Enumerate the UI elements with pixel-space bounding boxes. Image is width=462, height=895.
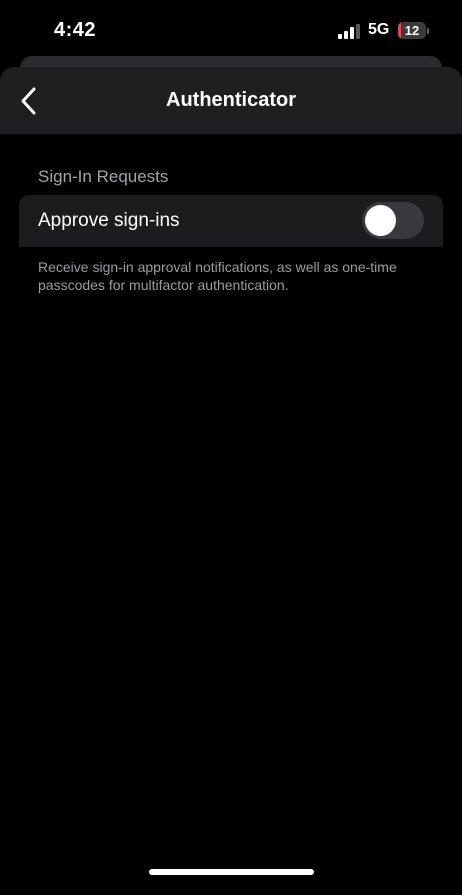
toggle-knob [365,205,396,236]
status-time: 4:42 [54,19,97,41]
battery-nub [427,28,429,34]
status-bar: 4:42 5G 12 [0,0,462,60]
section-header: Sign-In Requests [38,167,169,186]
approve-sign-ins-label: Approve sign-ins [38,210,180,231]
approve-sign-ins-row: Approve sign-ins [19,195,443,247]
navigation-bar: Authenticator [0,67,462,134]
signal-bar [344,30,348,39]
approve-sign-ins-toggle[interactable] [362,202,424,239]
signal-bar [356,23,360,39]
page-title: Authenticator [166,89,296,111]
signal-bar [338,34,342,39]
battery-icon: 12 [398,22,426,39]
section-footer: Receive sign-in approval notifications, … [38,259,397,293]
signal-bar [350,27,354,39]
battery-level: 12 [404,23,420,38]
home-indicator[interactable] [149,869,314,875]
signal-strength-icon [338,23,360,39]
network-type: 5G [368,21,390,38]
